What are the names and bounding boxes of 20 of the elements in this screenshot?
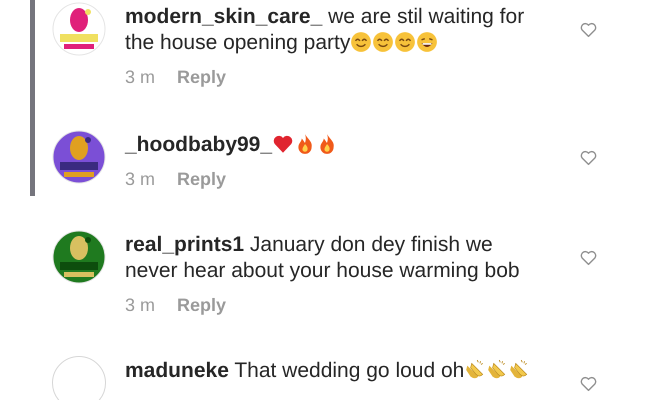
like-heart-icon[interactable] [580, 250, 597, 266]
username-link[interactable]: real_prints1 [125, 233, 244, 256]
heart-icon [272, 133, 294, 155]
username-link[interactable]: modern_skin_care_ [125, 5, 322, 28]
laughing-face-icon [416, 31, 438, 53]
like-heart-icon[interactable] [580, 22, 597, 38]
comment-time: 3 m [125, 168, 156, 190]
username-link[interactable]: _hoodbaby99_ [125, 133, 272, 156]
comment-text: real_prints1 January don dey finish we never hear about your house warming bob [125, 233, 520, 282]
comment-text: maduneke That wedding go loud oh [125, 359, 530, 382]
smiley-icon [394, 31, 416, 53]
avatar-placeholder [52, 356, 106, 400]
like-heart-icon[interactable] [580, 376, 597, 392]
comment-time: 3 m [125, 294, 156, 316]
username-link[interactable]: maduneke [125, 359, 229, 382]
smiley-icon [350, 31, 372, 53]
smiley-icon [372, 31, 394, 53]
comment-time: 3 m [125, 66, 156, 88]
comment-text: modern_skin_care_ we are stil waiting for the house opening party [125, 5, 524, 54]
like-heart-icon[interactable] [580, 150, 597, 166]
